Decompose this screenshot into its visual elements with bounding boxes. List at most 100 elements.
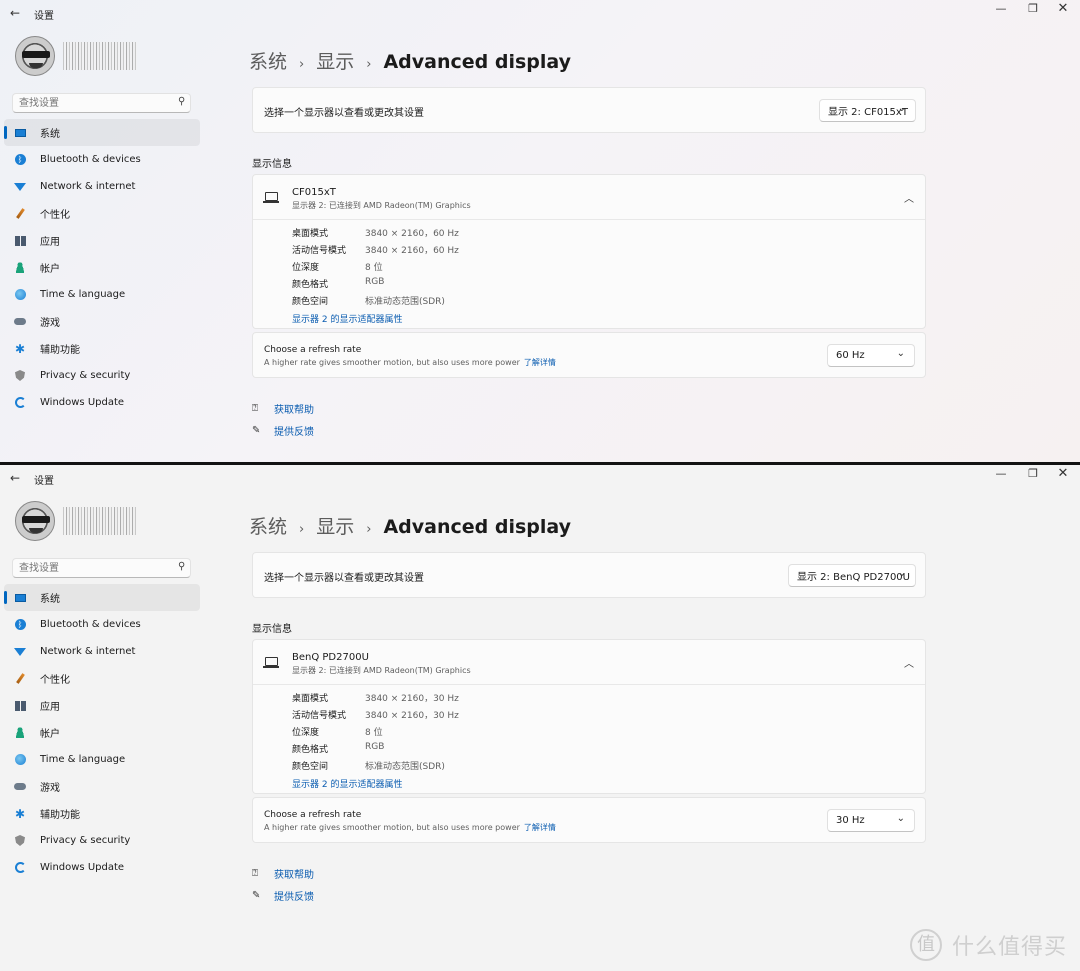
display-select-card: 选择一个显示器以查看或更改其设置 显示 2: BenQ PD2700U ⌄	[252, 552, 926, 598]
get-help-label: 获取帮助	[274, 405, 314, 416]
display-dropdown-value: 显示 2: BenQ PD2700U	[797, 572, 910, 583]
info-row: 桌面模式 3840 × 2160，30 Hz	[292, 691, 459, 708]
app-title: 设置	[34, 11, 54, 22]
sidebar-item-3[interactable]: 个性化	[4, 200, 200, 227]
breadcrumb-display[interactable]: 显示	[316, 47, 354, 74]
sidebar-item-label: Windows Update	[40, 862, 125, 873]
settings-window-bottom: ← 设置 —❐✕ ⚲ 系统 ᛒ Bluetooth & devices Network & i…	[0, 465, 1080, 971]
minimize-icon[interactable]: —	[986, 466, 1016, 488]
close-icon[interactable]: ✕	[1048, 1, 1078, 23]
sidebar-item-label: Privacy & security	[40, 835, 131, 846]
sidebar-item-8[interactable]: ✱ 辅助功能	[4, 800, 200, 827]
refresh-rate-description-row: A higher rate gives smoother motion, but…	[264, 357, 556, 368]
info-value: 标准动态范围(SDR)	[365, 297, 445, 307]
sidebar-item-1[interactable]: ᛒ Bluetooth & devices	[4, 146, 200, 173]
sidebar-item-7[interactable]: 游戏	[4, 773, 200, 800]
sidebar-item-6[interactable]: Time & language	[4, 746, 200, 773]
sidebar-item-2[interactable]: Network & internet	[4, 638, 200, 665]
update-icon	[13, 396, 27, 410]
learn-more-link[interactable]: 了解详情	[524, 358, 556, 367]
sidebar-item-4[interactable]: 应用	[4, 227, 200, 254]
sidebar-item-4[interactable]: 应用	[4, 692, 200, 719]
info-value: 8 位	[365, 728, 383, 738]
display-dropdown[interactable]: 显示 2: BenQ PD2700U ⌄	[788, 564, 916, 587]
gamepad-icon	[13, 780, 27, 794]
shield-icon	[13, 834, 27, 848]
sidebar-item-label: 帐户	[40, 264, 60, 275]
info-row: 颜色格式 RGB	[292, 277, 459, 294]
avatar[interactable]	[15, 36, 55, 76]
system-icon	[13, 126, 27, 140]
chevron-up-icon[interactable]: ︿	[904, 190, 914, 205]
info-key: 颜色格式	[292, 745, 329, 755]
apps-icon	[13, 234, 27, 248]
info-row: 颜色空间 标准动态范围(SDR)	[292, 294, 459, 311]
sidebar-item-label: 辅助功能	[40, 345, 80, 356]
sidebar-item-1[interactable]: ᛒ Bluetooth & devices	[4, 611, 200, 638]
give-feedback-link[interactable]: ✎ 提供反馈	[252, 888, 314, 904]
breadcrumb-system[interactable]: 系统	[249, 512, 287, 539]
sidebar-item-2[interactable]: Network & internet	[4, 173, 200, 200]
sidebar-item-6[interactable]: Time & language	[4, 281, 200, 308]
info-row: 桌面模式 3840 × 2160，60 Hz	[292, 226, 459, 243]
breadcrumb-system[interactable]: 系统	[249, 47, 287, 74]
give-feedback-link[interactable]: ✎ 提供反馈	[252, 423, 314, 439]
adapter-properties-link[interactable]: 显示器 2 的显示适配器属性	[292, 312, 402, 325]
app-title: 设置	[34, 476, 54, 487]
info-row: 活动信号模式 3840 × 2160，30 Hz	[292, 708, 459, 725]
sidebar-item-0[interactable]: 系统	[4, 584, 200, 611]
learn-more-link[interactable]: 了解详情	[524, 823, 556, 832]
refresh-rate-description-row: A higher rate gives smoother motion, but…	[264, 822, 556, 833]
sidebar-item-10[interactable]: Windows Update	[4, 389, 200, 416]
sidebar-item-10[interactable]: Windows Update	[4, 854, 200, 881]
sidebar-item-8[interactable]: ✱ 辅助功能	[4, 335, 200, 362]
search-input[interactable]	[12, 558, 191, 578]
sidebar-item-7[interactable]: 游戏	[4, 308, 200, 335]
restore-icon[interactable]: ❐	[1018, 1, 1048, 23]
display-dropdown[interactable]: 显示 2: CF015xT ⌄	[819, 99, 916, 122]
sidebar-item-9[interactable]: Privacy & security	[4, 362, 200, 389]
chevron-down-icon: ⌄	[896, 813, 905, 824]
back-arrow-icon[interactable]: ←	[10, 6, 20, 20]
gamepad-icon	[13, 315, 27, 329]
info-row: 位深度 8 位	[292, 725, 459, 742]
display-info-header[interactable]: CF015xT 显示器 2: 已连接到 AMD Radeon(TM) Graphi…	[253, 175, 925, 220]
adapter-properties-link[interactable]: 显示器 2 的显示适配器属性	[292, 777, 402, 790]
sidebar-item-5[interactable]: 帐户	[4, 719, 200, 746]
display-info-card: CF015xT 显示器 2: 已连接到 AMD Radeon(TM) Graphi…	[252, 174, 926, 329]
display-info-header[interactable]: BenQ PD2700U 显示器 2: 已连接到 AMD Radeon(TM) G…	[253, 640, 925, 685]
restore-icon[interactable]: ❐	[1018, 466, 1048, 488]
monitor-name: CF015xT	[292, 187, 336, 198]
refresh-rate-dropdown[interactable]: 30 Hz ⌄	[827, 809, 915, 832]
breadcrumb-display[interactable]: 显示	[316, 512, 354, 539]
search-input[interactable]	[12, 93, 191, 113]
avatar[interactable]	[15, 501, 55, 541]
get-help-link[interactable]: ⍰ 获取帮助	[252, 866, 314, 882]
search-icon[interactable]: ⚲	[178, 96, 185, 107]
refresh-rate-dropdown[interactable]: 60 Hz ⌄	[827, 344, 915, 367]
chevron-up-icon[interactable]: ︿	[904, 655, 914, 670]
sidebar-item-label: Network & internet	[40, 181, 136, 192]
monitor-name: BenQ PD2700U	[292, 652, 369, 663]
search-icon[interactable]: ⚲	[178, 561, 185, 572]
system-icon	[13, 591, 27, 605]
chevron-right-icon: ›	[299, 57, 305, 72]
sidebar-item-9[interactable]: Privacy & security	[4, 827, 200, 854]
close-icon[interactable]: ✕	[1048, 466, 1078, 488]
back-arrow-icon[interactable]: ←	[10, 471, 20, 485]
sidebar-item-label: 辅助功能	[40, 810, 80, 821]
get-help-link[interactable]: ⍰ 获取帮助	[252, 401, 314, 417]
give-feedback-label: 提供反馈	[274, 892, 314, 903]
globe-icon	[13, 288, 27, 302]
info-key: 活动信号模式	[292, 711, 347, 721]
info-value: RGB	[365, 742, 385, 752]
display-select-card: 选择一个显示器以查看或更改其设置 显示 2: CF015xT ⌄	[252, 87, 926, 133]
minimize-icon[interactable]: —	[986, 1, 1016, 23]
sidebar-item-5[interactable]: 帐户	[4, 254, 200, 281]
sidebar-item-0[interactable]: 系统	[4, 119, 200, 146]
info-value: 3840 × 2160，30 Hz	[365, 694, 459, 704]
sidebar-item-3[interactable]: 个性化	[4, 665, 200, 692]
chevron-down-icon: ⌄	[897, 103, 906, 114]
page-title: Advanced display	[383, 51, 571, 73]
chevron-right-icon: ›	[299, 522, 305, 537]
